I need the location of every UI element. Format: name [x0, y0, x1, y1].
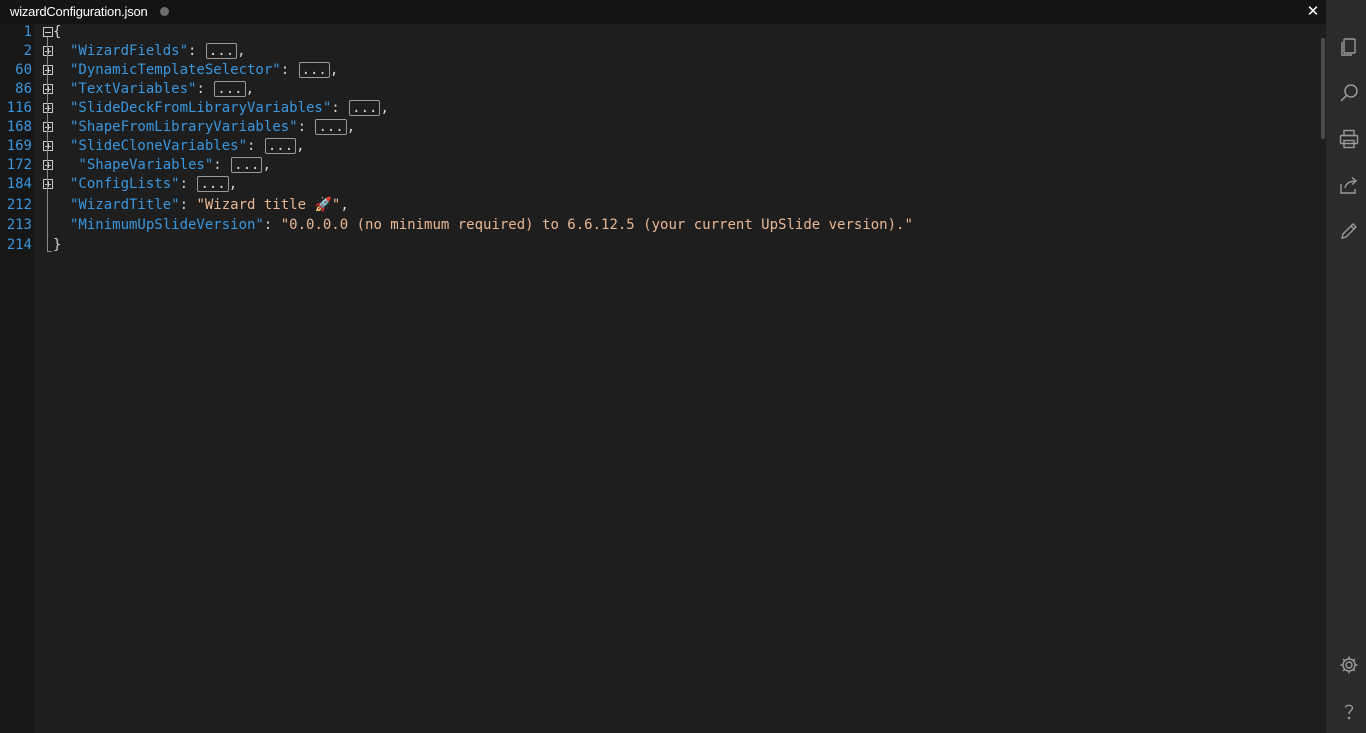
fold-toggle-expand[interactable]	[43, 46, 53, 56]
fold-toggle-expand[interactable]	[43, 84, 53, 94]
code-line: 214 }	[0, 236, 1320, 255]
json-key: "SlideDeckFromLibraryVariables"	[70, 100, 332, 116]
print-icon[interactable]	[1338, 128, 1360, 150]
json-key: "WizardFields"	[70, 43, 189, 59]
line-number: 1	[23, 24, 32, 40]
fold-toggle-expand[interactable]	[43, 122, 53, 132]
collapsed-block[interactable]: ...	[231, 157, 263, 173]
settings-icon[interactable]	[1338, 654, 1360, 676]
json-key: "DynamicTemplateSelector"	[70, 62, 281, 78]
close-button[interactable]: ✕	[1303, 2, 1323, 22]
line-number: 214	[6, 237, 32, 253]
edit-icon[interactable]	[1338, 220, 1360, 242]
line-number: 116	[6, 100, 32, 116]
code-line: 212 "WizardTitle": "Wizard title 🚀",	[0, 196, 1320, 215]
right-toolbar	[1326, 0, 1366, 733]
copy-icon[interactable]	[1338, 36, 1360, 58]
code-line: 213 "MinimumUpSlideVersion": "0.0.0.0 (n…	[0, 216, 1320, 235]
code-line: 2 "WizardFields": ...,	[0, 42, 1320, 61]
line-number: 213	[6, 217, 32, 233]
json-key: "ShapeFromLibraryVariables"	[70, 119, 298, 135]
open-brace: {	[53, 24, 62, 40]
code-line: 172 "ShapeVariables": ...,	[0, 156, 1320, 175]
share-icon[interactable]	[1338, 174, 1360, 196]
vertical-scrollbar[interactable]	[1321, 38, 1325, 139]
collapsed-block[interactable]: ...	[264, 138, 297, 154]
json-string-value: "Wizard title 🚀"	[196, 197, 341, 213]
line-number: 172	[6, 157, 32, 173]
collapsed-block[interactable]: ...	[349, 100, 381, 116]
line-number: 169	[6, 138, 32, 154]
json-key: "ConfigLists"	[70, 176, 180, 192]
collapsed-block[interactable]: ...	[315, 119, 347, 135]
close-brace: }	[53, 237, 62, 253]
code-line: 169 "SlideCloneVariables": ...,	[0, 137, 1320, 156]
code-line: 116 "SlideDeckFromLibraryVariables": ...…	[0, 99, 1320, 118]
line-number: 184	[6, 176, 32, 192]
collapsed-block[interactable]: ...	[298, 62, 330, 78]
collapsed-block[interactable]: ...	[205, 43, 238, 59]
tab-title[interactable]: wizardConfiguration.json	[10, 4, 148, 19]
fold-guide-end	[47, 251, 52, 252]
json-key: "WizardTitle"	[70, 197, 180, 213]
code-line: 60 "DynamicTemplateSelector": ...,	[0, 61, 1320, 80]
search-icon[interactable]	[1338, 82, 1360, 104]
json-key: "TextVariables"	[70, 81, 197, 97]
json-key: "MinimumUpSlideVersion"	[70, 217, 264, 233]
fold-toggle-expand[interactable]	[43, 141, 53, 151]
fold-toggle-expand[interactable]	[43, 65, 53, 75]
fold-toggle-expand[interactable]	[43, 103, 53, 113]
code-line: 1 {	[0, 23, 1320, 42]
collapsed-block[interactable]: ...	[214, 81, 246, 97]
code-line: 168 "ShapeFromLibraryVariables": ...,	[0, 118, 1320, 137]
code-line: 184 "ConfigLists": ...,	[0, 175, 1320, 194]
json-key: "SlideCloneVariables"	[70, 138, 248, 154]
code-line: 86 "TextVariables": ...,	[0, 80, 1320, 99]
line-number: 2	[23, 43, 32, 59]
json-key: "ShapeVariables"	[70, 157, 214, 173]
json-string-value: "0.0.0.0 (no minimum required) to 6.6.12…	[280, 217, 913, 233]
collapsed-block[interactable]: ...	[197, 176, 229, 192]
line-number: 168	[6, 119, 32, 135]
fold-guide	[47, 37, 48, 251]
fold-toggle-expand[interactable]	[43, 179, 53, 189]
fold-toggle-expand[interactable]	[43, 160, 53, 170]
line-number: 60	[15, 62, 32, 78]
help-icon[interactable]	[1338, 700, 1360, 722]
line-number: 86	[15, 81, 32, 97]
tab-bar: wizardConfiguration.json ✕	[0, 0, 1326, 24]
unsaved-indicator	[160, 7, 169, 16]
fold-toggle-collapse[interactable]	[43, 27, 53, 37]
line-number: 212	[6, 197, 32, 213]
